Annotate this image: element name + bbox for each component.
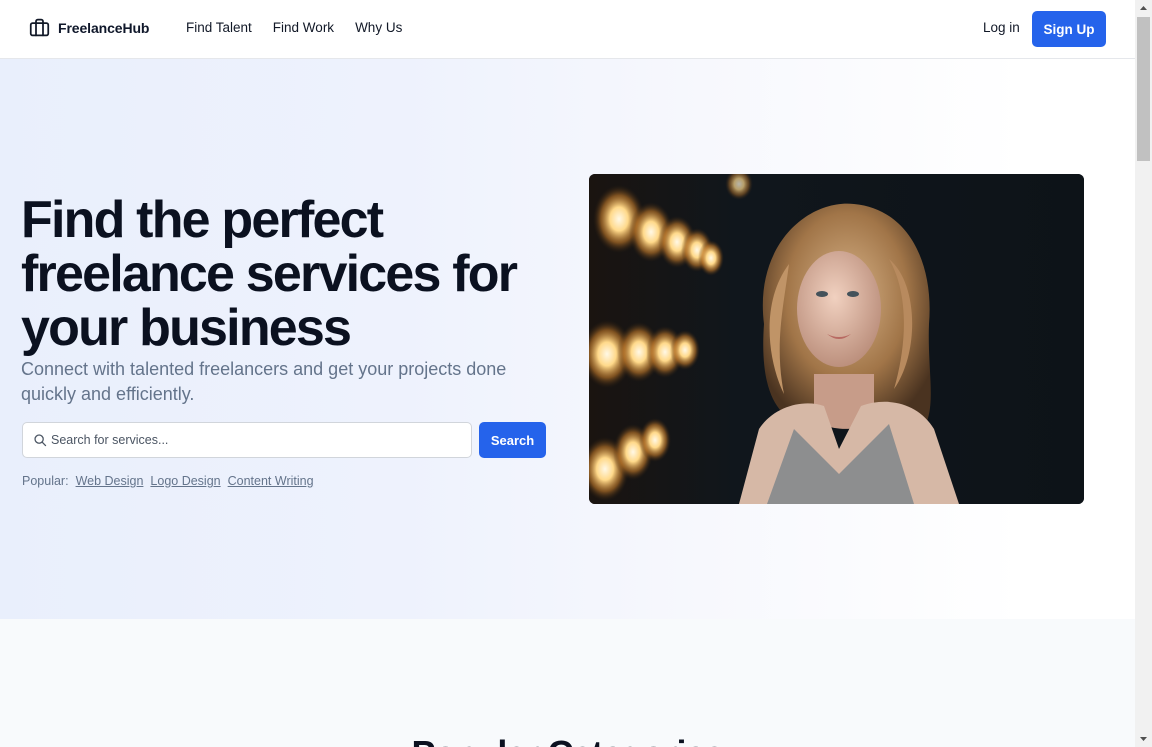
nav-links: Find Talent Find Work Why Us <box>186 20 402 35</box>
popular-label: Popular: <box>22 474 69 488</box>
hero-headline: Find the perfect freelance services for … <box>21 191 518 357</box>
page-scrollbar[interactable] <box>1135 0 1152 747</box>
hero-subheading: Connect with talented freelancers and ge… <box>21 359 507 404</box>
briefcase-icon <box>29 18 50 37</box>
login-link[interactable]: Log in <box>983 20 1020 35</box>
search-icon <box>34 434 47 447</box>
nav-link-find-talent[interactable]: Find Talent <box>186 20 252 35</box>
brand-name: FreelanceHub <box>58 19 150 36</box>
nav-link-why-us[interactable]: Why Us <box>355 20 402 35</box>
scrollbar-thumb[interactable] <box>1137 17 1150 161</box>
brand-logo[interactable]: FreelanceHub <box>29 17 149 38</box>
hero-image <box>589 174 1084 504</box>
nav-link-find-work[interactable]: Find Work <box>273 20 334 35</box>
top-nav: FreelanceHub Find Talent Find Work Why U… <box>0 0 1135 59</box>
page: FreelanceHub Find Talent Find Work Why U… <box>0 0 1135 747</box>
hero-portrait-illustration <box>589 174 1084 504</box>
signup-button[interactable]: Sign Up <box>1032 11 1106 47</box>
search-input[interactable] <box>51 423 461 457</box>
categories-section: Popular Categories <box>0 619 1135 747</box>
popular-tag-web-design[interactable]: Web Design <box>76 474 144 488</box>
popular-tag-content-writing[interactable]: Content Writing <box>228 474 314 488</box>
popular-tags: Popular: Web Design Logo Design Content … <box>22 474 314 488</box>
popular-tag-logo-design[interactable]: Logo Design <box>150 474 220 488</box>
search-button[interactable]: Search <box>479 422 546 458</box>
scroll-up-arrow-icon[interactable] <box>1135 0 1152 17</box>
scroll-down-arrow-icon[interactable] <box>1135 730 1152 747</box>
hero-section: Find the perfect freelance services for … <box>0 59 1135 619</box>
section-title: Popular Categories <box>0 733 1135 747</box>
search-box <box>22 422 472 458</box>
